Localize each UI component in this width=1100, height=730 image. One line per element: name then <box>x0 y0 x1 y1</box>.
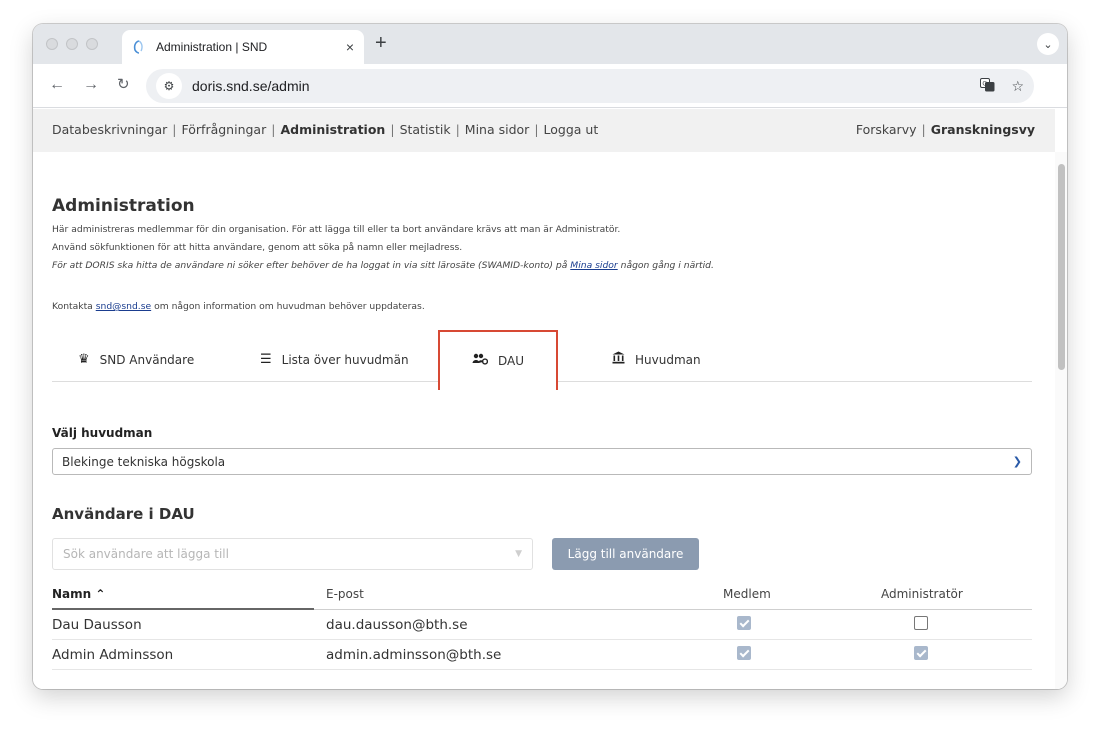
tab-close-icon[interactable]: × <box>346 39 354 55</box>
tab-huvudman[interactable]: Huvudman <box>612 337 701 382</box>
view-granskningsvy[interactable]: Granskningsvy <box>931 122 1035 137</box>
nav-mina-sidor[interactable]: Mina sidor <box>465 122 530 137</box>
crown-icon: ♛ <box>78 352 90 367</box>
search-user-input[interactable]: Sök användare att lägga till ▼ <box>52 538 533 570</box>
user-email: dau.dausson@bth.se <box>326 617 468 633</box>
nav-administration[interactable]: Administration <box>280 122 385 137</box>
page-title: Administration <box>52 196 195 216</box>
institution-glyph-icon <box>612 351 625 364</box>
chevron-down-icon: ❯ <box>1012 455 1022 468</box>
page-scrollbar[interactable] <box>1055 152 1067 689</box>
column-header-medlem[interactable]: Medlem <box>723 587 771 601</box>
institution-icon <box>612 351 625 368</box>
forward-arrow-icon[interactable]: → <box>83 76 99 94</box>
nav-logga-ut[interactable]: Logga ut <box>544 122 599 137</box>
intro-text-2: Använd sökfunktionen för att hitta använ… <box>52 242 463 253</box>
url-text[interactable]: doris.snd.se/admin <box>192 78 964 94</box>
table-row: Dau Dausson dau.dausson@bth.se <box>52 610 1032 640</box>
translate-glyph-icon: G <box>980 77 995 91</box>
users-gear-icon <box>472 353 489 369</box>
column-header-namn[interactable]: Namn ⌃ <box>52 587 105 601</box>
huvudman-select[interactable]: Blekinge tekniska högskola ❯ <box>52 448 1032 475</box>
tab-search-menu-button[interactable]: ⌄ <box>1037 33 1059 55</box>
bookmark-star-icon[interactable]: ☆ <box>1011 78 1024 95</box>
intro-text-1: Här administreras medlemmar för din orga… <box>52 224 621 235</box>
sort-ascending-icon: ⌃ <box>95 587 106 601</box>
nav-forfragningar[interactable]: Förfrågningar <box>182 122 267 137</box>
search-user-placeholder: Sök användare att lägga till <box>63 547 229 561</box>
column-header-administrator[interactable]: Administratör <box>881 587 963 601</box>
browser-toolbar: ← → ↻ ⚙ doris.snd.se/admin G ☆ <box>33 64 1067 108</box>
table-row: Admin Adminsson admin.adminsson@bth.se <box>52 640 1032 670</box>
admin-checkbox[interactable] <box>914 616 928 630</box>
user-email: admin.adminsson@bth.se <box>326 647 502 663</box>
browser-window: Administration | SND × + ⌄ ← → ↻ ⚙ doris… <box>33 24 1067 689</box>
svg-text:G: G <box>983 80 988 87</box>
contact-text: Kontakta snd@snd.se om någon information… <box>52 301 425 312</box>
caret-down-icon: ▼ <box>515 549 522 559</box>
column-header-epost[interactable]: E-post <box>326 587 364 601</box>
users-gear-glyph-icon <box>472 353 489 365</box>
add-user-button[interactable]: Lägg till användare <box>552 538 699 570</box>
close-window-button[interactable] <box>46 38 58 50</box>
page-viewport: Databeskrivningar | Förfrågningar | Administ… <box>33 109 1067 689</box>
nav-statistik[interactable]: Statistik <box>400 122 451 137</box>
list-icon: ☰ <box>260 352 272 367</box>
mina-sidor-link[interactable]: Mina sidor <box>570 260 617 271</box>
site-settings-icon[interactable]: ⚙ <box>156 73 182 99</box>
user-name: Admin Adminsson <box>52 647 174 663</box>
tab-dau[interactable]: DAU <box>438 330 558 390</box>
reload-icon[interactable]: ↻ <box>117 76 130 94</box>
scrollbar-thumb[interactable] <box>1058 164 1065 370</box>
translate-icon[interactable]: G <box>980 77 995 95</box>
view-forskarvy[interactable]: Forskarvy <box>856 122 917 137</box>
minimize-window-button[interactable] <box>66 38 78 50</box>
nav-databeskrivningar[interactable]: Databeskrivningar <box>52 122 167 137</box>
tab-title: Administration | SND <box>156 40 268 54</box>
huvudman-select-value: Blekinge tekniska högskola <box>62 454 226 469</box>
new-tab-button[interactable]: + <box>375 33 387 53</box>
site-top-nav: Databeskrivningar | Förfrågningar | Administ… <box>33 109 1055 152</box>
snd-favicon-icon <box>133 40 143 54</box>
contact-email-link[interactable]: snd@snd.se <box>96 301 151 312</box>
intro-text-3: För att DORIS ska hitta de användare ni … <box>52 260 714 271</box>
user-name: Dau Dausson <box>52 617 142 633</box>
browser-tab-active[interactable]: Administration | SND × <box>122 30 364 64</box>
back-arrow-icon[interactable]: ← <box>49 76 65 94</box>
tab-lista-over-huvudman[interactable]: ☰ Lista över huvudmän <box>260 337 409 382</box>
tab-snd-anvandare[interactable]: ♛ SND Användare <box>78 337 194 382</box>
tab-bar: Administration | SND × + ⌄ <box>33 24 1067 64</box>
admin-checkbox[interactable] <box>914 646 928 660</box>
select-huvudman-label: Välj huvudman <box>52 426 153 440</box>
admin-tabs: ♛ SND Användare ☰ Lista över huvudmän DA… <box>52 330 1032 390</box>
member-checkbox[interactable] <box>737 616 751 630</box>
member-checkbox[interactable] <box>737 646 751 660</box>
users-section-title: Användare i DAU <box>52 505 195 523</box>
zoom-window-button[interactable] <box>86 38 98 50</box>
address-bar[interactable]: ⚙ doris.snd.se/admin G ☆ <box>146 69 1034 103</box>
